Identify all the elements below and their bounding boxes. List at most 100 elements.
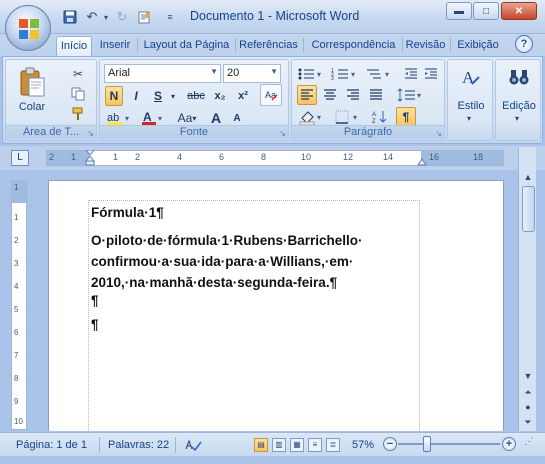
chevron-down-icon: ▼: [270, 67, 278, 76]
quick-print-icon[interactable]: [134, 8, 154, 26]
draft-view-button[interactable]: ≣: [326, 438, 340, 452]
outline-view-button[interactable]: ≡: [308, 438, 322, 452]
zoom-in-button[interactable]: +: [502, 437, 516, 451]
select-browse-object-icon[interactable]: ●: [521, 400, 535, 414]
vertical-scrollbar[interactable]: ▲ ▼ ⏶ ● ⏷: [518, 147, 536, 431]
tab-layout[interactable]: Layout da Página: [139, 36, 234, 56]
customize-toolbar-icon[interactable]: ≡: [160, 8, 180, 26]
tab-correspondencia[interactable]: Correspondência: [305, 36, 402, 56]
clear-formatting-icon[interactable]: Aa: [260, 84, 282, 106]
office-button[interactable]: [5, 5, 51, 51]
format-painter-icon[interactable]: [68, 104, 88, 124]
zoom-slider-handle[interactable]: [423, 436, 431, 452]
styles-group[interactable]: A Estilo ▾: [447, 59, 493, 141]
heading-paragraph[interactable]: Fórmula·1¶: [91, 202, 391, 230]
font-group: Arial ▼ 20 ▼ N I S ▾ abc x₂ x² Aa ab ▾ A ▾…: [99, 59, 289, 141]
copy-icon[interactable]: [68, 84, 88, 104]
resize-grip-icon[interactable]: ⋰: [521, 436, 537, 452]
ruler-tick: 1: [14, 183, 19, 192]
maximize-button[interactable]: □: [473, 2, 499, 20]
next-page-icon[interactable]: ⏷: [521, 415, 535, 429]
font-group-label: Fonte: [100, 125, 288, 139]
empty-paragraph[interactable]: ¶: [91, 290, 391, 314]
redo-icon[interactable]: ↻: [112, 8, 132, 26]
shading-button[interactable]: ▾: [298, 107, 328, 127]
right-indent-marker[interactable]: [417, 154, 427, 166]
strikethrough-button[interactable]: abc: [184, 86, 208, 106]
window-bottom-edge: [0, 456, 545, 464]
paste-button[interactable]: Colar: [10, 62, 54, 118]
paragraph-launcher-icon[interactable]: ↘: [435, 129, 442, 138]
ruler-tick: 3: [14, 259, 19, 268]
increase-indent-icon[interactable]: [422, 64, 440, 84]
bold-button[interactable]: N: [105, 86, 123, 106]
close-button[interactable]: ✕: [501, 2, 537, 20]
numbering-button[interactable]: 1 2 3 ▾: [330, 64, 360, 84]
tab-inserir[interactable]: Inserir: [95, 36, 135, 56]
print-layout-view-button[interactable]: ▤: [254, 438, 268, 452]
bullets-button[interactable]: ▾: [296, 64, 326, 84]
ribbon-tabs: Início Inserir Layout da Página Referênc…: [0, 34, 545, 56]
zoom-out-button[interactable]: −: [383, 437, 397, 451]
scroll-up-icon[interactable]: ▲: [521, 170, 535, 184]
italic-button[interactable]: I: [127, 86, 145, 106]
svg-text:A: A: [372, 112, 376, 118]
previous-page-icon[interactable]: ⏶: [521, 385, 535, 399]
ruler-tick: 8: [261, 152, 267, 162]
subscript-button[interactable]: x₂: [210, 86, 230, 106]
web-layout-view-button[interactable]: ▦: [290, 438, 304, 452]
align-center-icon[interactable]: [320, 85, 340, 105]
align-right-icon[interactable]: [343, 85, 363, 105]
ruler-tick: 2: [135, 152, 141, 162]
ruler-tick: 10: [14, 417, 23, 426]
svg-text:▾: ▾: [317, 70, 321, 79]
full-screen-reading-view-button[interactable]: ▥: [272, 438, 286, 452]
first-line-indent-marker[interactable]: [85, 150, 95, 166]
superscript-button[interactable]: x²: [233, 86, 253, 106]
underline-button[interactable]: S: [149, 86, 167, 106]
ruler-tick: 9: [14, 397, 19, 406]
font-size-select[interactable]: 20 ▼: [223, 64, 281, 83]
tab-inicio[interactable]: Início: [56, 36, 92, 56]
document-text[interactable]: Fórmula·1¶ O·piloto·de·fórmula·1·Rubens·…: [91, 202, 391, 338]
svg-text:▾: ▾: [353, 113, 357, 122]
proofing-icon[interactable]: [184, 437, 202, 453]
line-spacing-button[interactable]: ▾: [396, 85, 426, 105]
minimize-button[interactable]: ▬: [446, 2, 472, 20]
font-size-value: 20: [227, 67, 240, 79]
scroll-thumb[interactable]: [522, 186, 535, 232]
decrease-indent-icon[interactable]: [402, 64, 420, 84]
editing-group[interactable]: Edição ▾: [495, 59, 541, 141]
vertical-ruler[interactable]: 1 1 2 3 4 5 6 7 8 9 10: [11, 180, 27, 430]
show-formatting-marks-button[interactable]: ¶: [396, 107, 416, 127]
svg-text:▾: ▾: [385, 70, 389, 79]
empty-paragraph[interactable]: ¶: [91, 314, 391, 338]
justify-icon[interactable]: [366, 85, 386, 105]
font-name-select[interactable]: Arial ▼: [104, 64, 221, 83]
zoom-level[interactable]: 57%: [352, 439, 374, 451]
word-count[interactable]: Palavras: 22: [108, 439, 169, 451]
binoculars-icon: [509, 70, 529, 85]
tab-selector-icon[interactable]: L: [11, 150, 29, 166]
tab-separator: [137, 38, 138, 52]
zoom-slider-track[interactable]: [398, 443, 500, 445]
scroll-down-icon[interactable]: ▼: [521, 369, 535, 383]
sort-icon[interactable]: AZ: [370, 107, 390, 127]
ruler-tick: 6: [219, 152, 225, 162]
help-icon[interactable]: ?: [515, 35, 533, 53]
cut-icon[interactable]: ✂: [68, 64, 88, 84]
borders-button[interactable]: ▾: [334, 107, 364, 127]
tab-revisao[interactable]: Revisão: [403, 36, 448, 56]
horizontal-ruler[interactable]: 2 1 1 2 4 6 8 10 12 14 16 18: [46, 150, 504, 166]
styles-icon: A: [462, 68, 480, 87]
chevron-down-icon[interactable]: ▾: [169, 86, 177, 106]
clipboard-launcher-icon[interactable]: ↘: [87, 129, 94, 138]
save-icon[interactable]: [60, 8, 80, 26]
tab-exibicao[interactable]: Exibição: [452, 36, 504, 56]
tab-referencias[interactable]: Referências: [236, 36, 301, 56]
multilevel-list-button[interactable]: ▾: [364, 64, 394, 84]
font-launcher-icon[interactable]: ↘: [279, 129, 286, 138]
align-left-icon[interactable]: [297, 85, 317, 105]
page-count[interactable]: Página: 1 de 1: [16, 439, 87, 451]
body-paragraph[interactable]: O·piloto·de·fórmula·1·Rubens·Barrichello…: [91, 230, 391, 290]
